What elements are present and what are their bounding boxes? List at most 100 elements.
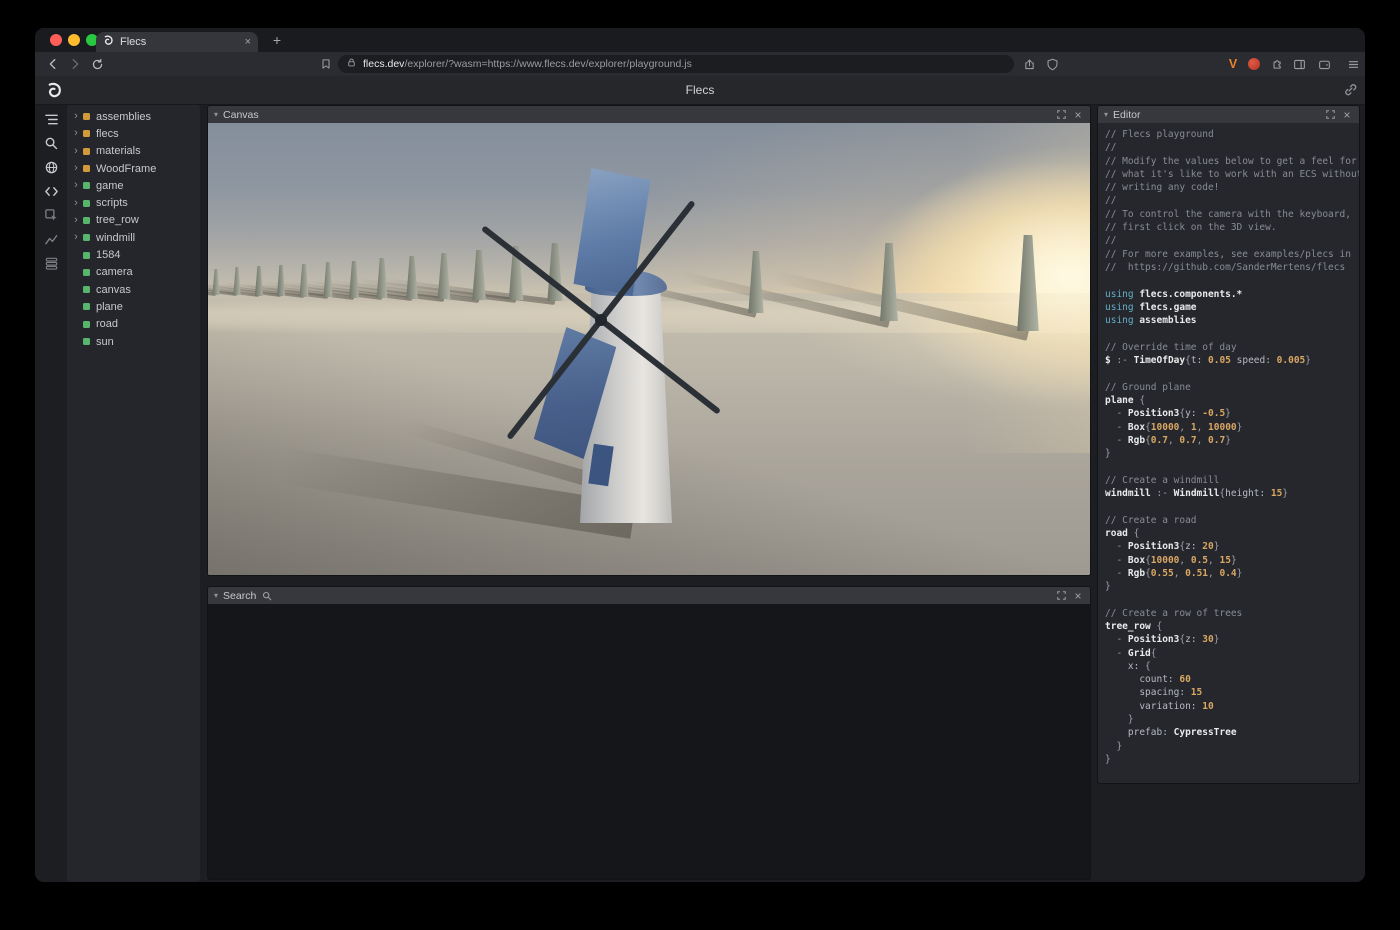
code-line: // first click on the 3D view. xyxy=(1105,221,1357,234)
canvas-scene[interactable] xyxy=(208,123,1090,575)
query-search-icon[interactable] xyxy=(43,135,59,151)
tree-expand-caret-icon[interactable]: › xyxy=(71,180,81,191)
tree-item-plane[interactable]: plane xyxy=(67,298,200,315)
tree-item-tree_row[interactable]: › tree_row xyxy=(67,212,200,229)
memory-icon[interactable] xyxy=(43,255,59,271)
wallet-icon[interactable] xyxy=(1316,56,1332,72)
entity-tree-icon[interactable] xyxy=(43,111,59,127)
search-results-area[interactable] xyxy=(208,604,1090,879)
browser-tab[interactable]: Flecs × xyxy=(96,32,258,52)
editor-panel: ▾ Editor × // Flecs playground//// Modif… xyxy=(1097,105,1360,784)
collapse-caret-icon[interactable]: ▾ xyxy=(214,592,218,600)
tree-item-label: windmill xyxy=(96,232,135,244)
tree-item-assemblies[interactable]: › assemblies xyxy=(67,108,200,125)
share-icon[interactable] xyxy=(1021,56,1037,72)
collapse-caret-icon[interactable]: ▾ xyxy=(1104,111,1108,119)
sidebar-toggle-icon[interactable] xyxy=(1291,56,1307,72)
tree-expand-caret-icon[interactable]: › xyxy=(71,232,81,243)
tree-item-label: canvas xyxy=(96,284,131,296)
back-button[interactable] xyxy=(45,56,61,72)
code-line: - Box{10000, 1, 10000} xyxy=(1105,421,1357,434)
entity-kind-swatch xyxy=(83,113,90,120)
tab-strip: Flecs × + xyxy=(35,28,1365,52)
bookmark-sidebar-icon[interactable] xyxy=(318,56,334,72)
tree-item-camera[interactable]: camera xyxy=(67,264,200,281)
close-panel-icon[interactable]: × xyxy=(1072,109,1084,121)
code-line: // To control the camera with the keyboa… xyxy=(1105,208,1357,221)
tree-expand-caret-icon[interactable]: › xyxy=(71,146,81,157)
search-panel-header[interactable]: ▾ Search × xyxy=(208,587,1090,604)
code-line: - Position3{y: -0.5} xyxy=(1105,407,1357,420)
code-line: // Ground plane xyxy=(1105,381,1357,394)
tree-item-materials[interactable]: ›materials xyxy=(67,143,200,160)
window-minimize-button[interactable] xyxy=(68,34,80,46)
forward-button[interactable] xyxy=(67,56,83,72)
tree-item-label: tree_row xyxy=(96,214,139,226)
entity-kind-swatch xyxy=(83,234,90,241)
tree-item-game[interactable]: › game xyxy=(67,177,200,194)
tab-close-icon[interactable]: × xyxy=(245,37,251,48)
code-line: using flecs.components.* xyxy=(1105,288,1357,301)
code-icon[interactable] xyxy=(43,183,59,199)
code-line: $ :- TimeOfDay{t: 0.05 speed: 0.005} xyxy=(1105,354,1357,367)
tab-title: Flecs xyxy=(120,36,239,48)
tree-expand-caret-icon[interactable]: › xyxy=(71,128,81,139)
tree-item-scripts[interactable]: ›scripts xyxy=(67,194,200,211)
code-line: } xyxy=(1105,447,1357,460)
close-panel-icon[interactable]: × xyxy=(1341,109,1353,121)
tree-item-1584[interactable]: 1584 xyxy=(67,246,200,263)
code-line: // writing any code! xyxy=(1105,181,1357,194)
editor-panel-header[interactable]: ▾ Editor × xyxy=(1098,106,1359,123)
editor-panel-title: Editor xyxy=(1113,109,1140,121)
tree-expand-caret-icon[interactable]: › xyxy=(71,215,81,226)
menu-icon[interactable] xyxy=(1345,56,1361,72)
reload-button[interactable] xyxy=(89,56,105,72)
tree-item-flecs[interactable]: ›flecs xyxy=(67,125,200,142)
tree-item-sun[interactable]: sun xyxy=(67,333,200,350)
tree-expand-caret-icon[interactable]: › xyxy=(71,198,81,209)
url-path: /explorer/?wasm=https://www.flecs.dev/ex… xyxy=(404,58,691,70)
code-line: // xyxy=(1105,194,1357,207)
code-line: } xyxy=(1105,753,1357,766)
fullscreen-icon[interactable] xyxy=(1055,109,1067,121)
tree-expand-caret-icon[interactable]: › xyxy=(71,111,81,122)
extension-red-icon[interactable] xyxy=(1248,58,1260,70)
canvas-panel-title: Canvas xyxy=(223,109,259,121)
code-line: windmill :- Windmill{height: 15} xyxy=(1105,487,1357,500)
entity-kind-swatch xyxy=(83,321,90,328)
new-tab-button[interactable]: + xyxy=(268,31,286,49)
entity-kind-swatch xyxy=(83,148,90,155)
collapse-caret-icon[interactable]: ▾ xyxy=(214,111,218,119)
code-line: // xyxy=(1105,141,1357,154)
world-icon[interactable] xyxy=(43,159,59,175)
fullscreen-icon[interactable] xyxy=(1324,109,1336,121)
brave-shield-icon[interactable] xyxy=(1044,56,1060,72)
extensions-puzzle-icon[interactable] xyxy=(1268,56,1284,72)
code-line: // Create a row of trees xyxy=(1105,607,1357,620)
canvas-panel-header[interactable]: ▾ Canvas × xyxy=(208,106,1090,123)
canvas-panel: ▾ Canvas × xyxy=(207,105,1091,576)
code-line: } xyxy=(1105,580,1357,593)
fullscreen-icon[interactable] xyxy=(1055,590,1067,602)
tree-item-label: assemblies xyxy=(96,111,151,123)
tree-item-canvas[interactable]: canvas xyxy=(67,281,200,298)
url-bar[interactable]: flecs.dev/explorer/?wasm=https://www.fle… xyxy=(338,55,1014,73)
stats-chart-icon[interactable] xyxy=(43,231,59,247)
code-line: } xyxy=(1105,713,1357,726)
window-close-button[interactable] xyxy=(50,34,62,46)
inspect-icon[interactable] xyxy=(43,207,59,223)
site-lock-icon[interactable] xyxy=(346,55,357,73)
tree-item-road[interactable]: road xyxy=(67,316,200,333)
tree-item-WoodFrame[interactable]: ›WoodFrame xyxy=(67,160,200,177)
tree-item-label: game xyxy=(96,180,124,192)
entity-kind-swatch xyxy=(83,303,90,310)
code-line xyxy=(1105,593,1357,606)
tree-expand-caret-icon[interactable]: › xyxy=(71,163,81,174)
code-line: // https://github.com/SanderMertens/flec… xyxy=(1105,261,1357,274)
share-link-icon[interactable] xyxy=(1343,82,1358,102)
tree-item-windmill[interactable]: › windmill xyxy=(67,229,200,246)
extension-v-icon[interactable]: V xyxy=(1225,56,1241,72)
editor-code[interactable]: // Flecs playground//// Modify the value… xyxy=(1098,123,1359,783)
close-panel-icon[interactable]: × xyxy=(1072,590,1084,602)
code-line: // Flecs playground xyxy=(1105,128,1357,141)
